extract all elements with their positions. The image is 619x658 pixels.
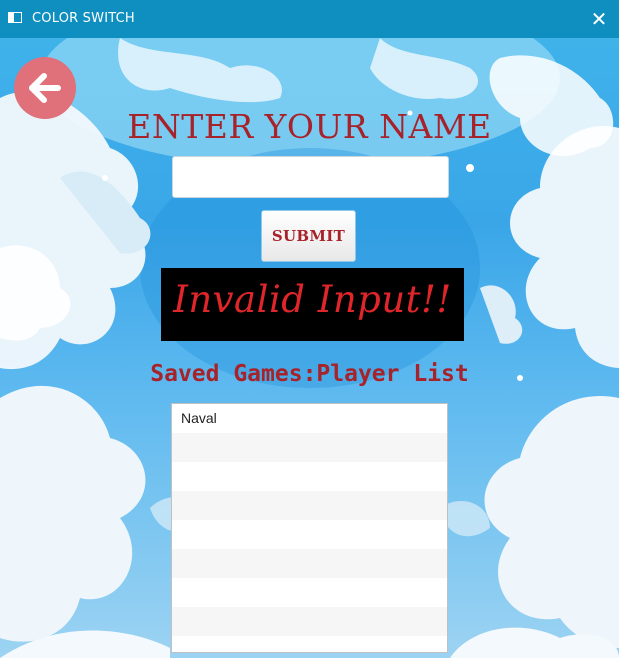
close-button[interactable]: ✕ — [579, 0, 619, 38]
list-item[interactable] — [172, 462, 447, 491]
list-item[interactable] — [172, 607, 447, 636]
title-bar: COLOR SWITCH ✕ — [0, 0, 619, 38]
name-input[interactable] — [172, 156, 449, 198]
saved-games-label: Saved Games:Player List — [150, 361, 469, 387]
list-item[interactable] — [172, 491, 447, 520]
list-item[interactable]: Naval — [172, 404, 447, 433]
list-item[interactable] — [172, 433, 447, 462]
list-item[interactable] — [172, 520, 447, 549]
window-icon — [8, 12, 22, 23]
list-item[interactable] — [172, 549, 447, 578]
submit-button[interactable]: SUBMIT — [261, 210, 356, 262]
error-panel: Invalid Input!! — [161, 268, 464, 341]
error-message: Invalid Input!! — [173, 278, 452, 321]
window-title: COLOR SWITCH — [32, 11, 135, 26]
page-title: ENTER YOUR NAME — [127, 107, 492, 146]
list-item[interactable] — [172, 578, 447, 607]
player-list[interactable]: Naval — [171, 403, 448, 653]
